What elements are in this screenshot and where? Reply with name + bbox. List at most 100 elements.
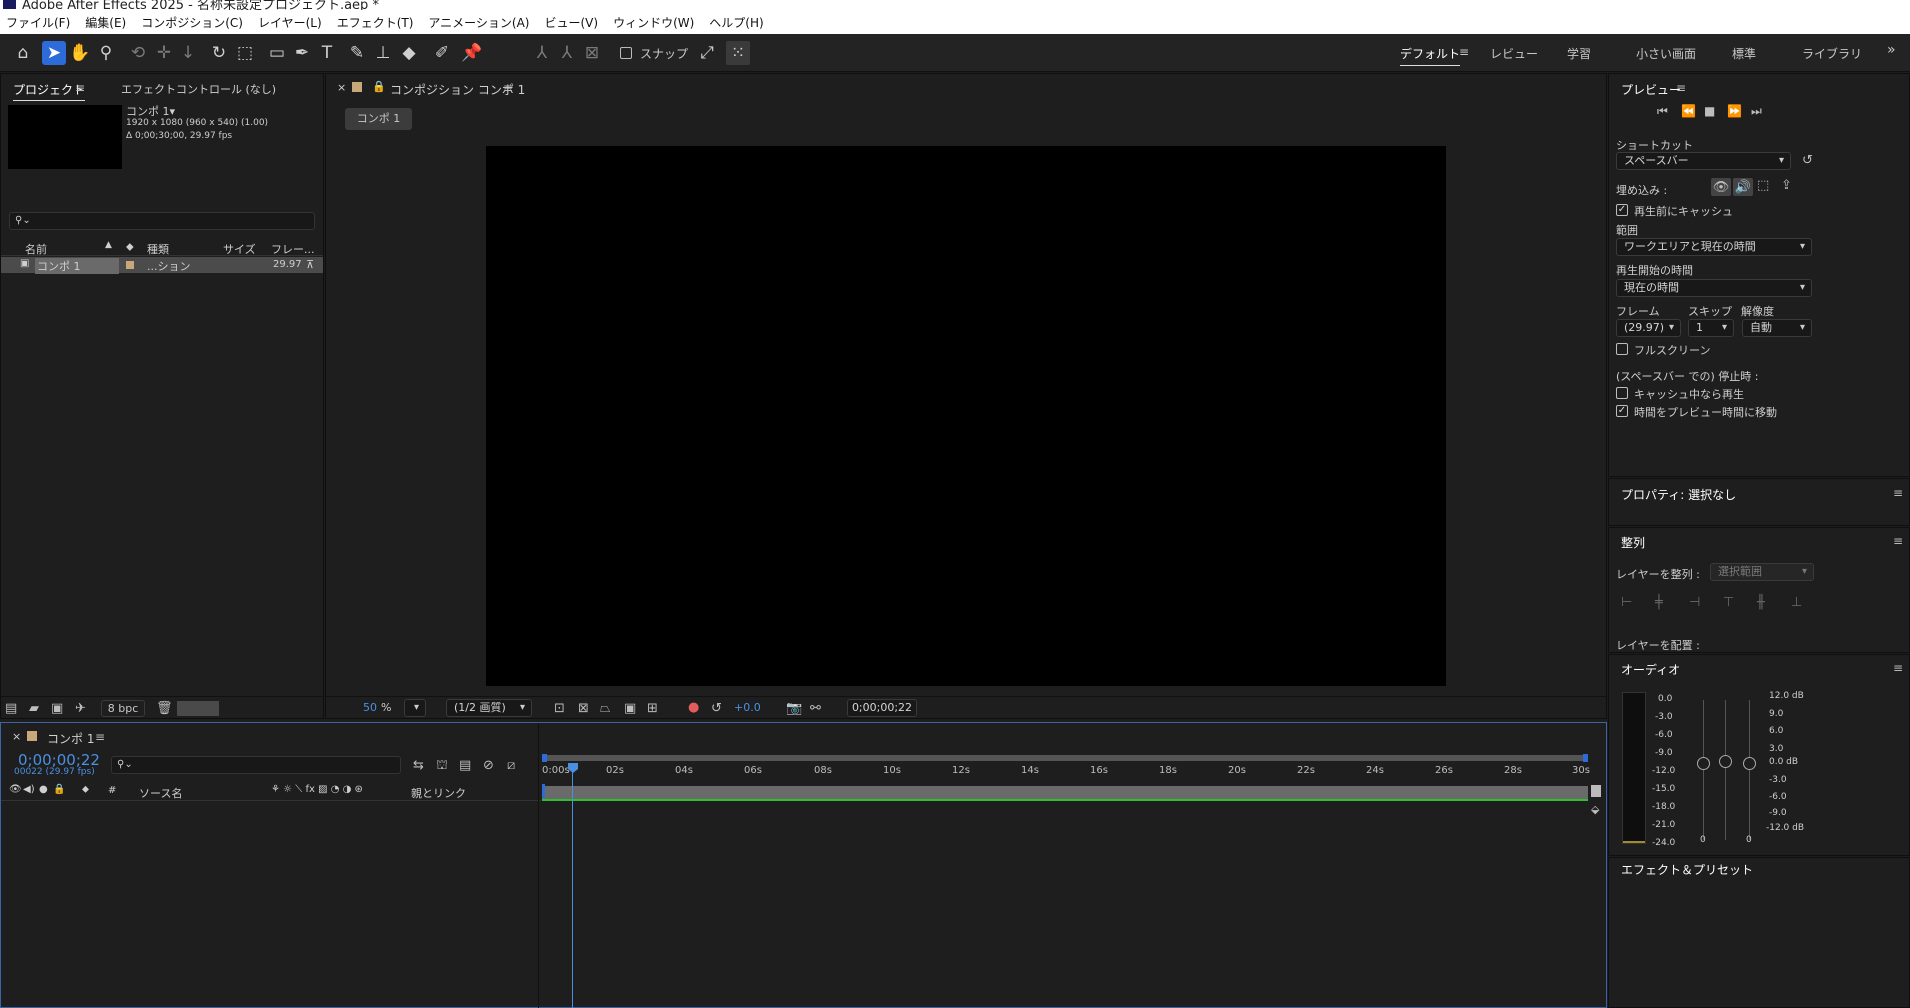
column-name[interactable]: 名前 [25, 241, 47, 257]
workspace-standard[interactable]: 標準 [1732, 45, 1756, 62]
range-dropdown[interactable]: ワークエリアと現在の時間 ▾ [1616, 238, 1812, 256]
grid-guides-icon[interactable]: ⊞ [647, 701, 658, 716]
align-bottom-icon[interactable]: ⊥ [1791, 595, 1802, 610]
audio-speaker-icon[interactable]: 🔊 [1733, 178, 1753, 196]
timeline-search-input[interactable]: ⚲⌄ [111, 756, 401, 774]
slider-knob-left[interactable] [1697, 757, 1710, 770]
start-time-dropdown[interactable]: 現在の時間 ▾ [1616, 279, 1812, 297]
comp-viewer[interactable] [486, 146, 1446, 686]
close-icon[interactable]: × [337, 81, 346, 94]
frame-blending-icon[interactable]: ⊘ [483, 758, 494, 773]
video-eye-icon[interactable]: 👁 [1711, 178, 1731, 196]
label-tag-icon[interactable]: ⬥ [126, 240, 134, 254]
fullscreen-checkbox[interactable] [1616, 343, 1628, 355]
lock-column-icon[interactable]: 🔒 [53, 784, 65, 795]
switches-column-icons[interactable]: ⚘ ☼ ⟍ fx ▨ ◔ ◑ ⊛ [271, 784, 363, 795]
properties-menu-icon[interactable]: ≡ [1893, 486, 1903, 500]
layer-in-handle[interactable] [542, 784, 545, 798]
workspace-small-screen[interactable]: 小さい画面 [1636, 45, 1696, 62]
menu-composition[interactable]: コンポジション(C) [141, 14, 243, 31]
puppet-pin-icon[interactable]: 📌 [460, 41, 484, 65]
first-frame-icon[interactable]: ⏮ [1657, 104, 1668, 119]
align-center-v-icon[interactable]: ╫ [1757, 595, 1765, 610]
video-eye-column-icon[interactable]: 👁 [9, 784, 22, 795]
resolution-dropdown[interactable]: (1/2 画質) ▾ [446, 699, 532, 717]
stop-icon[interactable]: ■ [1704, 104, 1715, 118]
menu-edit[interactable]: 編集(E) [85, 14, 126, 31]
audio-menu-icon[interactable]: ≡ [1893, 661, 1903, 675]
new-comp-icon[interactable]: ▣ [51, 701, 63, 716]
align-center-h-icon[interactable]: ╪ [1655, 595, 1663, 610]
next-frame-icon[interactable]: ⏩ [1727, 104, 1742, 118]
new-folder-icon[interactable]: ▰ [29, 701, 39, 716]
playhead-line[interactable] [572, 771, 573, 1008]
menu-view[interactable]: ビュー(V) [544, 14, 598, 31]
workspace-default[interactable]: デフォルト [1400, 45, 1461, 66]
project-menu-icon[interactable]: ≡ [75, 81, 85, 95]
workspace-learn[interactable]: 学習 [1567, 45, 1591, 62]
tab-effect-controls[interactable]: エフェクトコントロール (なし) [121, 81, 276, 97]
trash-icon[interactable]: 🗑 [156, 701, 173, 716]
comp-marker-bin-icon[interactable]: ⬙ [1591, 803, 1599, 816]
work-area-start-handle[interactable] [542, 754, 547, 762]
slider-knob-right[interactable] [1743, 757, 1756, 770]
view-axis-icon[interactable]: ⊠ [580, 41, 604, 65]
workspace-overflow-icon[interactable]: » [1887, 42, 1896, 58]
transparency-grid-icon[interactable]: ⊠ [578, 701, 589, 716]
cache-play-checkbox[interactable] [1616, 387, 1628, 399]
reset-icon[interactable]: ↺ [1802, 153, 1813, 168]
hand-tool-icon[interactable]: ✋ [68, 41, 92, 65]
skip-dropdown[interactable]: 1 ▾ [1688, 319, 1734, 337]
selection-tool-icon[interactable]: ➤ [42, 41, 66, 65]
snapshot-camera-icon[interactable]: 📷 [786, 701, 802, 716]
snap-edges-icon[interactable]: ⤢ [695, 41, 719, 65]
flowchart-icon[interactable]: ⊼ [306, 258, 314, 271]
menu-help[interactable]: ヘルプ(H) [709, 14, 763, 31]
work-area-end-handle[interactable] [1583, 754, 1588, 762]
pan-behind-tool-icon[interactable]: ⬚ [233, 41, 257, 65]
type-tool-icon[interactable]: T [315, 41, 339, 65]
zoom-tool-icon[interactable]: ⚲ [94, 41, 118, 65]
column-size[interactable]: サイズ [223, 241, 256, 257]
menu-animation[interactable]: アニメーション(A) [428, 14, 529, 31]
world-axis-icon[interactable]: ⅄ [555, 41, 579, 65]
comp-mini-flowchart-icon[interactable]: ⇆ [413, 758, 424, 773]
timeline-close-icon[interactable]: × [12, 730, 21, 743]
fast-preview-icon[interactable]: ⊡ [554, 701, 565, 716]
rectangle-tool-icon[interactable]: ▭ [265, 41, 289, 65]
bit-depth-button[interactable]: 8 bpc [101, 700, 145, 717]
export-icon[interactable]: ⇪ [1781, 178, 1792, 193]
label-color-swatch[interactable] [126, 261, 134, 269]
shortcut-dropdown[interactable]: スペースバー ▾ [1616, 152, 1791, 170]
roto-brush-icon[interactable]: ✐ [430, 41, 454, 65]
align-menu-icon[interactable]: ≡ [1893, 534, 1903, 548]
workspace-libraries[interactable]: ライブラリ [1802, 45, 1862, 62]
dolly-camera-icon[interactable]: ↓ [176, 41, 200, 65]
frame-rate-dropdown[interactable]: (29.97) ▾ [1616, 319, 1681, 337]
local-axis-icon[interactable]: ⅄ [530, 41, 554, 65]
label-column-icon[interactable]: ⬥ [82, 784, 89, 795]
brush-tool-icon[interactable]: ✎ [345, 41, 369, 65]
shy-layers-icon[interactable]: ▤ [459, 758, 471, 773]
show-snapshot-icon[interactable]: ⚯ [810, 701, 821, 716]
workspace-review[interactable]: レビュー [1490, 45, 1538, 62]
rotate-tool-icon[interactable]: ↻ [207, 41, 231, 65]
layer-duration-bar[interactable] [542, 786, 1588, 799]
align-to-dropdown[interactable]: 選択範囲 ▾ [1710, 563, 1814, 581]
menu-layer[interactable]: レイヤー(L) [258, 14, 322, 31]
work-area-bar[interactable] [542, 755, 1588, 761]
resolution-preview-dropdown[interactable]: 自動 ▾ [1742, 319, 1812, 337]
rgb-channel-icon[interactable]: ● [688, 700, 699, 715]
draft-3d-icon[interactable]: ⛫ [436, 758, 448, 775]
source-name-column[interactable]: ソース名 [139, 785, 182, 801]
workspace-default-menu-icon[interactable]: ≡ [1459, 45, 1469, 59]
pen-tool-icon[interactable]: ✒ [290, 41, 314, 65]
exposure-value[interactable]: +0.0 [734, 701, 761, 714]
sort-ascending-icon[interactable]: ▲ [105, 240, 112, 250]
effects-presets-title[interactable]: エフェクト＆プリセット [1621, 861, 1753, 878]
column-frame[interactable]: フレー... [271, 241, 315, 257]
comp-end-marker[interactable] [1591, 785, 1601, 797]
align-top-icon[interactable]: ⊤ [1723, 595, 1734, 610]
comp-name[interactable]: コンポ 1▾ [126, 103, 175, 119]
timeline-menu-icon[interactable]: ≡ [95, 730, 105, 744]
